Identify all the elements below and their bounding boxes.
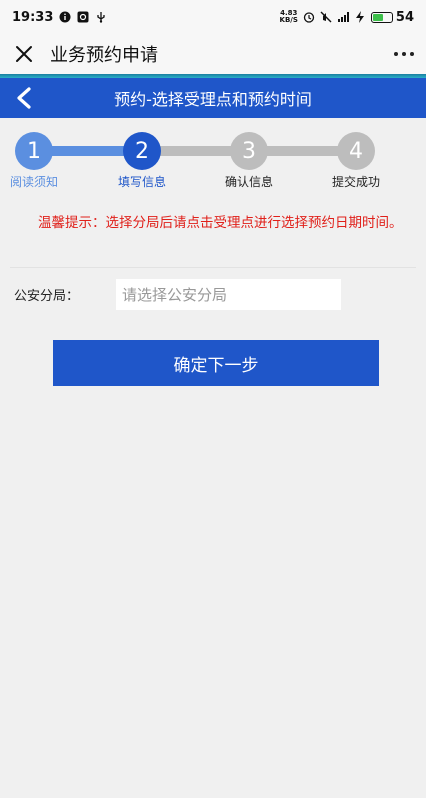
step-2: 2 填写信息 (97, 126, 187, 190)
alarm-icon (303, 11, 315, 23)
branch-placeholder: 请选择公安分局 (122, 286, 228, 304)
chevron-left-icon (17, 87, 31, 109)
step-circle: 4 (337, 132, 375, 170)
more-icon (394, 52, 398, 56)
battery: 54 (370, 9, 414, 25)
step-circle: 2 (123, 132, 161, 170)
battery-icon (370, 11, 393, 23)
step-label: 提交成功 (331, 175, 380, 189)
title-bar: 业务预约申请 (0, 34, 426, 74)
net-speed: 4.83 KB/S (280, 10, 298, 24)
step-circle: 3 (230, 132, 268, 170)
status-bar: 19:33 4.83 KB/S 54 (0, 0, 426, 34)
charging-icon (354, 11, 366, 23)
close-button[interactable] (12, 42, 36, 66)
close-icon (16, 46, 32, 62)
step-progress: 1 阅读须知 2 填写信息 3 确认信息 4 提交成功 (0, 126, 426, 190)
net-speed-unit: KB/S (279, 16, 298, 24)
more-icon-dot (402, 52, 406, 56)
info-circle-icon (59, 11, 71, 23)
header-title: 预约-选择受理点和预约时间 (114, 90, 312, 109)
notice-text: 温馨提示：选择分局后请点击受理点进行选择预约日期时间。 (38, 215, 403, 231)
image-icon (77, 11, 89, 23)
header-bar: 预约-选择受理点和预约时间 (0, 78, 426, 118)
status-time: 19:33 (12, 9, 54, 25)
step-4: 4 提交成功 (311, 126, 401, 190)
more-icon-dot (410, 52, 414, 56)
back-button[interactable] (10, 84, 38, 112)
next-step-button[interactable]: 确定下一步 (53, 340, 379, 386)
step-1: 1 阅读须知 (0, 126, 79, 190)
battery-level: 54 (395, 9, 414, 25)
branch-label: 公安分局： (14, 289, 80, 304)
page-title: 业务预约申请 (50, 45, 158, 66)
step-3: 3 确认信息 (204, 126, 294, 190)
more-button[interactable] (394, 46, 414, 62)
divider (10, 267, 416, 268)
step-label: 确认信息 (224, 175, 273, 189)
step-label: 阅读须知 (9, 175, 58, 189)
usb-icon (95, 11, 107, 23)
branch-select[interactable]: 请选择公安分局 (116, 279, 341, 310)
step-label: 填写信息 (117, 175, 166, 189)
mute-icon (320, 11, 332, 23)
step-circle: 1 (15, 132, 53, 170)
signal-icon (337, 11, 349, 23)
